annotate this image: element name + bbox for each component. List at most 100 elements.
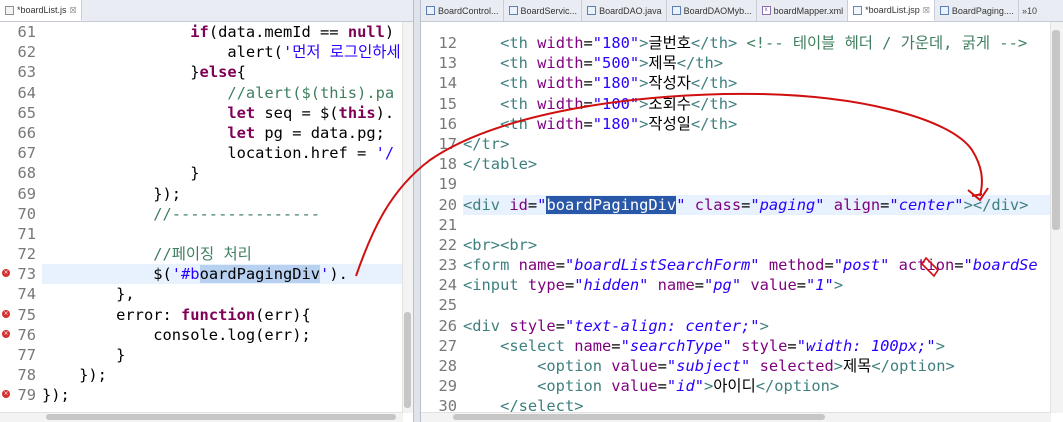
code-area[interactable]: if(data.memId == null) alert('먼저 로그인하세 }…	[42, 22, 403, 406]
code-line[interactable]: error: function(err){	[42, 305, 403, 325]
tab-3[interactable]: BoardDAOMyb...	[667, 0, 757, 21]
code-line[interactable]: <form name="boardListSearchForm" method=…	[463, 255, 1051, 275]
scrollbar-thumb[interactable]	[46, 414, 396, 420]
code-line[interactable]: <th width="100">조회수</th>	[463, 94, 1051, 114]
code-line[interactable]	[463, 215, 1051, 235]
tab-1[interactable]: BoardServic...	[504, 0, 583, 21]
code-token: =	[555, 316, 565, 335]
scrollbar-thumb[interactable]	[404, 312, 411, 408]
editor-split-divider[interactable]	[413, 0, 421, 422]
code-line[interactable]: $('#boardPagingDiv').	[42, 264, 403, 285]
code-line[interactable]: alert('먼저 로그인하세	[42, 42, 403, 62]
tab-overflow-button[interactable]: »10	[1019, 0, 1040, 21]
code-line[interactable]: <br><br>	[463, 235, 1051, 255]
code-line[interactable]	[42, 224, 403, 244]
code-line[interactable]: <div style="text-align: center;">	[463, 316, 1051, 336]
scrollbar-thumb[interactable]	[453, 414, 825, 420]
code-line[interactable]: console.log(err);	[42, 325, 403, 345]
code-line[interactable]	[463, 295, 1051, 315]
java-file-icon	[426, 6, 435, 15]
js-code-editor[interactable]: 61 62 63 64 65 66 67 68 69 70 71 72 × 73 74 × 75 × 76 77 78 ×…	[0, 22, 403, 422]
code-token: method	[768, 256, 825, 275]
error-marker-icon[interactable]: ×	[2, 269, 10, 278]
code-token: //----------------	[153, 204, 320, 223]
code-token: <form	[463, 256, 519, 275]
code-line[interactable]: </tr>	[463, 134, 1051, 154]
code-token: <th	[500, 94, 538, 113]
code-token: >	[639, 114, 649, 133]
tab-2[interactable]: BoardDAO.java	[582, 0, 667, 21]
tab-4[interactable]: x boardMapper.xml	[757, 0, 849, 21]
horizontal-scrollbar[interactable]	[0, 412, 403, 422]
java-file-icon	[939, 6, 949, 15]
java-file-icon	[508, 6, 518, 15]
vertical-scrollbar[interactable]	[402, 22, 413, 413]
code-token: style	[741, 336, 788, 355]
code-token: boardPagingDiv	[546, 195, 677, 214]
code-line[interactable]: }	[42, 163, 403, 183]
error-marker-icon[interactable]: ×	[2, 329, 10, 338]
code-line[interactable]: location.href = '/	[42, 143, 403, 163]
code-token: <div	[463, 195, 510, 214]
code-line[interactable]: let seq = $(this).	[42, 103, 403, 123]
code-line[interactable]: <th width="180">작성자</th>	[463, 73, 1051, 93]
error-marker-icon[interactable]: ×	[2, 309, 10, 318]
line-number: 17	[438, 134, 457, 153]
code-token: ).	[329, 265, 348, 284]
code-token: this	[338, 103, 376, 122]
vertical-scrollbar[interactable]	[1050, 22, 1063, 413]
code-line[interactable]: },	[42, 284, 403, 304]
code-token: '먼저 로그인하세	[282, 43, 401, 62]
code-token: <input	[463, 276, 528, 295]
tab-0[interactable]: BoardControl...	[421, 0, 504, 21]
code-line[interactable]: <th width="500">제목</th>	[463, 53, 1051, 73]
code-line[interactable]: <th width="180">작성일</th>	[463, 114, 1051, 134]
jsp-code-editor[interactable]: 12 13 14 15 16 17 18 19 20 21 22 23 24 25 26 27 28 29 30 <…	[421, 33, 1051, 422]
code-line[interactable]: if(data.memId == null)	[42, 22, 403, 42]
tab-label: *boardList.js	[17, 5, 67, 15]
code-token: "pg"	[704, 276, 742, 295]
close-icon[interactable]: ☒	[923, 6, 930, 15]
tab-label: BoardDAOMyb...	[683, 5, 752, 16]
code-line[interactable]: });	[42, 365, 403, 385]
code-token: =	[741, 195, 751, 214]
code-line[interactable]: });	[42, 184, 403, 204]
code-token: =	[796, 276, 806, 295]
code-token: </th>	[690, 34, 738, 52]
line-number: 78	[17, 366, 36, 385]
error-marker-icon[interactable]: ×	[2, 390, 10, 399]
code-line[interactable]: });	[42, 385, 403, 405]
tab-5[interactable]: *boardList.jsp ☒	[848, 0, 935, 21]
code-line[interactable]: <option value="subject" selected>제목</opt…	[463, 356, 1051, 376]
code-line[interactable]: //alert($(this).pa	[42, 83, 403, 103]
code-line[interactable]: <option value="id">아이디</option>	[463, 376, 1051, 396]
code-line[interactable]: }else{	[42, 62, 403, 82]
scrollbar-thumb[interactable]	[1052, 30, 1060, 230]
code-line[interactable]: <select name="searchType" style="width: …	[463, 336, 1051, 356]
close-icon[interactable]: ☒	[70, 6, 77, 15]
horizontal-scrollbar[interactable]	[421, 412, 1051, 422]
tab-boardlist-js[interactable]: *boardList.js ☒	[0, 0, 82, 21]
code-line[interactable]: <div id="boardPagingDiv" class="paging" …	[463, 194, 1051, 215]
code-line[interactable]: </table>	[463, 154, 1051, 174]
tab-6[interactable]: BoardPaging....	[935, 0, 1019, 21]
code-line[interactable]: <input type="hidden" name="pg" value="1"…	[463, 275, 1051, 295]
code-line[interactable]	[463, 174, 1051, 194]
code-token: });	[153, 184, 182, 203]
code-token: location.href =	[227, 144, 376, 163]
code-line[interactable]: //----------------	[42, 204, 403, 224]
line-number: 61	[17, 23, 36, 41]
code-area[interactable]: <th width="180">글번호</th> <!-- 테이블 헤더 / 가…	[463, 33, 1051, 417]
code-line[interactable]: }	[42, 345, 403, 365]
code-token: class	[694, 195, 742, 214]
line-number: 23	[438, 256, 457, 275]
code-line[interactable]: <th width="180">글번호</th> <!-- 테이블 헤더 / 가…	[463, 33, 1051, 53]
code-line[interactable]: let pg = data.pg;	[42, 123, 403, 143]
line-number: × 73	[2, 265, 36, 284]
code-line[interactable]: //페이징 처리	[42, 244, 403, 264]
